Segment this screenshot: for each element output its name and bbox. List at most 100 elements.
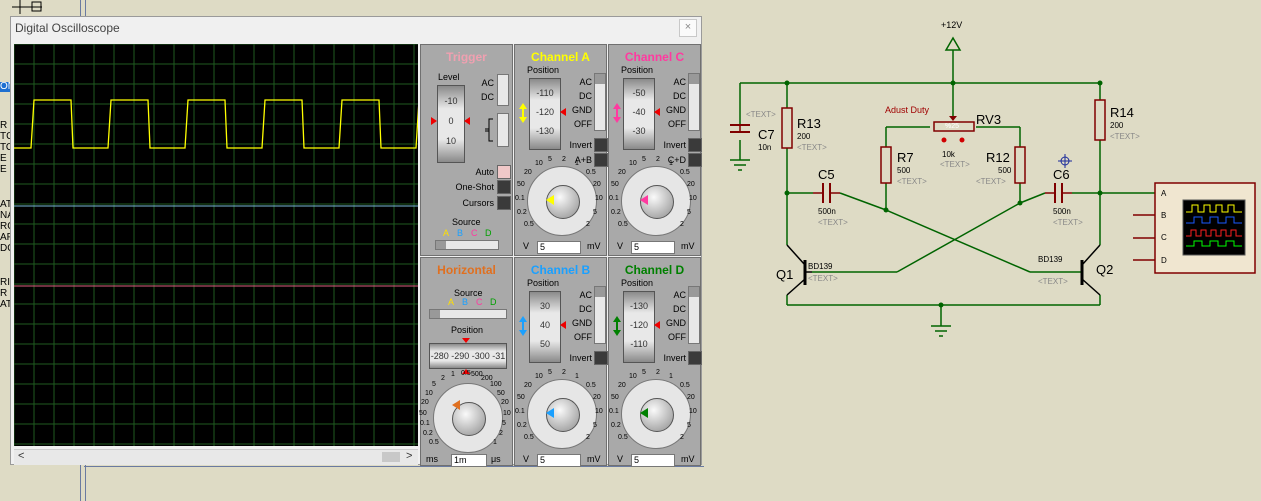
probe-target-icon[interactable]: [1058, 154, 1072, 168]
r13-ref: R13: [797, 116, 821, 131]
cursors-button[interactable]: [497, 196, 511, 210]
coupling-slider[interactable]: [594, 73, 606, 131]
coupling-slider[interactable]: [688, 286, 700, 344]
horizontal-source-slider[interactable]: [429, 309, 507, 319]
volts-div-field[interactable]: 5: [537, 241, 581, 254]
left-strip-label: R: [0, 120, 8, 131]
coupling-option[interactable]: DC: [661, 91, 686, 101]
dial-tick-label: 100: [490, 381, 502, 388]
dial-tick-label: 1: [669, 160, 673, 167]
dial-tick-label: 20: [593, 394, 601, 401]
position-marker-icon: [654, 108, 660, 116]
volts-div-field[interactable]: 5: [631, 241, 675, 254]
drum-value: -110: [630, 339, 648, 349]
source-letter: C: [471, 228, 478, 238]
coupling-option[interactable]: GND: [661, 105, 686, 115]
coupling-slider[interactable]: [594, 286, 606, 344]
dial-tick-label: 2: [586, 434, 590, 441]
auto-button[interactable]: [497, 165, 511, 179]
coupling-slider[interactable]: [688, 73, 700, 131]
coupling-option[interactable]: AC: [567, 290, 592, 300]
resistor-r14[interactable]: [1094, 99, 1106, 141]
combine-button[interactable]: [594, 153, 608, 167]
coupling-option[interactable]: AC: [661, 77, 686, 87]
knob-pointer-icon: [640, 195, 648, 205]
dial-tick-label: 10: [629, 373, 637, 380]
r7-ref: R7: [897, 150, 914, 165]
source-letter: D: [485, 228, 492, 238]
drum-value: -120: [535, 107, 554, 117]
volts-div-field[interactable]: 5: [537, 454, 581, 467]
horizontal-panel: Horizontal Source A B C D Position -280 …: [419, 257, 513, 467]
close-button[interactable]: ×: [679, 19, 697, 37]
units-mv: mV: [681, 241, 695, 251]
coupling-option[interactable]: DC: [567, 91, 592, 101]
coupling-option[interactable]: GND: [661, 318, 686, 328]
source-letter: A: [443, 228, 450, 238]
horizontal-position-drum[interactable]: -280 -290 -300 -31: [429, 343, 507, 369]
c5-ref: C5: [818, 167, 835, 182]
dial-tick-label: 0.2: [423, 430, 433, 437]
coupling-option[interactable]: DC: [661, 304, 686, 314]
resistor-r13[interactable]: [781, 107, 793, 149]
invert-button[interactable]: [594, 138, 608, 152]
dial-tick-label: 5: [687, 422, 691, 429]
oscilloscope-window[interactable]: Digital Oscilloscope × < > Trigger Level…: [10, 16, 702, 467]
dial-tick-label: 20: [618, 382, 626, 389]
source-slider[interactable]: [435, 240, 499, 250]
schematic-wires: [730, 36, 1256, 337]
trigger-ac-option[interactable]: AC: [479, 78, 494, 88]
channel-title: Channel A: [531, 50, 590, 64]
units-us: μs: [491, 454, 501, 464]
coupling-option[interactable]: OFF: [567, 332, 592, 342]
volts-div-field[interactable]: 5: [631, 454, 675, 467]
horizontal-scrollbar[interactable]: < >: [14, 449, 418, 465]
invert-button[interactable]: [594, 351, 608, 365]
edge-select-icon[interactable]: [483, 117, 495, 143]
coupling-option[interactable]: OFF: [661, 119, 686, 129]
position-label: Position: [527, 278, 560, 288]
level-drum[interactable]: -10 0 10: [437, 85, 465, 163]
scroll-thumb[interactable]: [382, 452, 400, 462]
resistor-r7[interactable]: [880, 146, 892, 184]
scroll-right-button[interactable]: >: [406, 450, 412, 462]
timebase-field[interactable]: 1m: [451, 454, 487, 467]
channel-a-panel: Channel A Position -110 -120 -130 AC DC GN…: [514, 44, 608, 256]
coupling-option[interactable]: DC: [567, 304, 592, 314]
drum-value: 40: [539, 320, 550, 330]
coupling-slider[interactable]: [497, 74, 509, 106]
r12-text: <TEXT>: [976, 177, 1006, 186]
schematic-area[interactable]: +12V Adust Duty RV3 %25 10k <TEXT> <TEXT…: [700, 0, 1261, 501]
position-marker-icon: [462, 338, 470, 343]
coupling-option[interactable]: AC: [661, 290, 686, 300]
drum-value: -30: [632, 126, 646, 136]
position-arrows-icon: [519, 316, 527, 336]
scroll-left-button[interactable]: <: [18, 450, 24, 462]
dial-tick-label: 0.5: [586, 382, 596, 389]
dial-tick-label: 0.5: [524, 221, 534, 228]
dial-tick-label: 10: [425, 390, 433, 397]
oneshot-label: One-Shot: [455, 182, 494, 192]
q2-part: BD139: [1038, 255, 1063, 264]
coupling-option[interactable]: AC: [567, 77, 592, 87]
resistor-r12[interactable]: [1014, 146, 1026, 184]
knob-pointer-icon: [452, 400, 460, 410]
drum-value: -50: [632, 88, 646, 98]
coupling-option[interactable]: GND: [567, 318, 592, 328]
cursors-label: Cursors: [462, 198, 494, 208]
dial-tick-label: 0.5: [461, 370, 471, 377]
dial-tick-label: 5: [548, 369, 552, 376]
coupling-option[interactable]: OFF: [567, 119, 592, 129]
channel-title: Channel B: [530, 263, 591, 277]
r7-value: 500: [897, 166, 911, 175]
coupling-option[interactable]: OFF: [661, 332, 686, 342]
trigger-dc-option[interactable]: DC: [479, 92, 494, 102]
source-letter: D: [490, 297, 497, 307]
left-strip-label: R: [0, 288, 8, 299]
units-mv: mV: [681, 454, 695, 464]
coupling-option[interactable]: GND: [567, 105, 592, 115]
position-marker-icon: [560, 321, 566, 329]
oneshot-button[interactable]: [497, 180, 511, 194]
dial-tick-label: 10: [689, 195, 697, 202]
edge-slider[interactable]: [497, 113, 509, 147]
